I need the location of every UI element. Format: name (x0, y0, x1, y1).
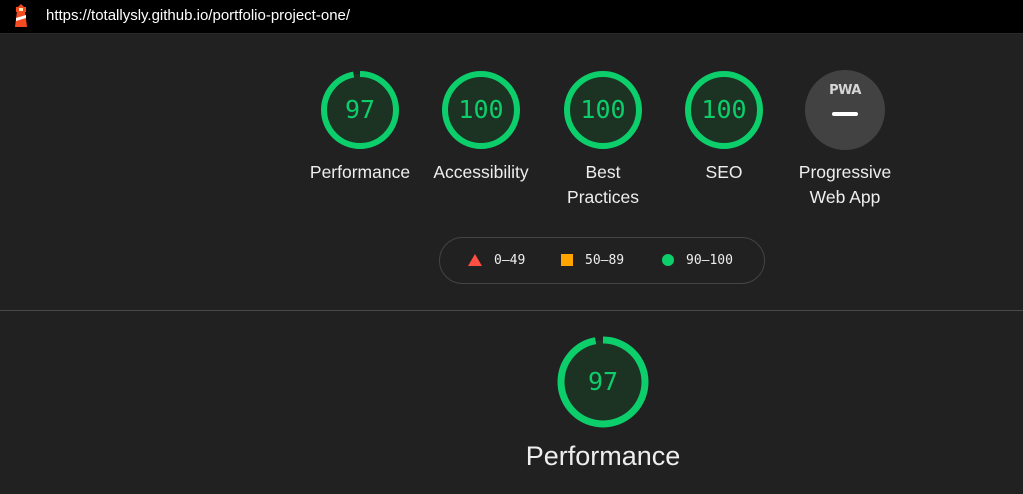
category-score-value: 97 (587, 367, 619, 396)
gauge-label: Best Practices (567, 162, 639, 207)
page-url: https://totallysly.github.io/portfolio-p… (46, 7, 351, 24)
legend-item-fail: 0–49 (468, 252, 525, 270)
score-value: 97 (344, 95, 376, 124)
gauge-label: SEO (705, 162, 743, 182)
score-ring: 100 (563, 70, 643, 150)
score-ring: 100 (441, 70, 521, 150)
section-divider (0, 310, 1023, 311)
pwa-badge: PWA (805, 70, 885, 150)
score-scale-legend: 0–49 50–89 90–100 (439, 237, 765, 284)
square-average-icon (561, 253, 573, 266)
score-value: 100 (701, 95, 747, 124)
pwa-badge-icon: PWA (829, 83, 861, 98)
legend-item-pass: 90–100 (662, 252, 733, 270)
legend-range: 0–49 (494, 253, 526, 268)
score-value: 100 (580, 95, 626, 124)
gauge-label: Progressive Web App (798, 162, 892, 207)
legend-range: 90–100 (686, 253, 733, 268)
gauge-best-practices[interactable]: 100 Best Practices (543, 70, 663, 210)
gauge-performance[interactable]: 97 Performance (300, 70, 420, 185)
score-ring: 100 (684, 70, 764, 150)
legend-item-average: 50–89 (561, 252, 624, 270)
circle-pass-icon (662, 253, 674, 266)
legend-range: 50–89 (585, 253, 625, 268)
category-performance-header: 97 Performance (503, 335, 703, 472)
score-ring: 97 (320, 70, 400, 150)
triangle-fail-icon (468, 253, 482, 266)
gauge-label: Performance (309, 162, 411, 182)
top-bar: https://totallysly.github.io/portfolio-p… (0, 0, 1023, 34)
pwa-not-applicable-dash (832, 112, 858, 116)
gauge-label: Accessibility (433, 162, 529, 182)
category-score-ring: 97 (556, 335, 650, 429)
lighthouse-logo-icon (15, 4, 27, 27)
gauge-accessibility[interactable]: 100 Accessibility (421, 70, 541, 185)
gauge-seo[interactable]: 100 SEO (664, 70, 784, 185)
category-title: Performance (525, 441, 681, 471)
score-value: 100 (458, 95, 504, 124)
gauge-pwa[interactable]: PWA Progressive Web App (785, 70, 905, 210)
